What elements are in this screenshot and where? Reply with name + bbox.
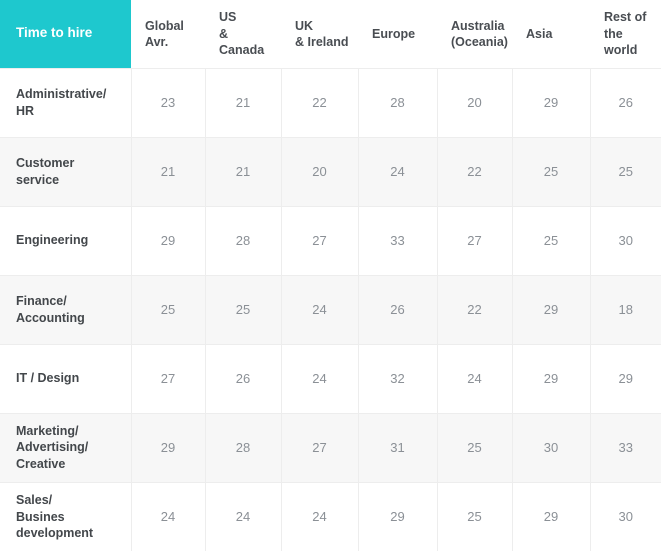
cell-value: 29: [358, 481, 438, 551]
cell-value: 22: [437, 274, 513, 344]
cell-value: 28: [205, 205, 282, 275]
cell-value: 29: [512, 274, 591, 344]
cell-value: 25: [512, 136, 591, 206]
table-row: Sales/ Busines development 24 24 24 29 2…: [0, 481, 661, 551]
column-header-europe: Europe: [358, 0, 437, 68]
cell-value: 24: [358, 136, 438, 206]
column-header-us-canada: US & Canada: [205, 0, 281, 68]
cell-value: 30: [590, 481, 661, 551]
cell-value: 29: [590, 343, 661, 413]
row-label: Marketing/ Advertising/ Creative: [0, 412, 132, 482]
cell-value: 30: [590, 205, 661, 275]
table-row: Finance/ Accounting 25 25 24 26 22 29 18: [0, 274, 661, 344]
cell-value: 21: [131, 136, 206, 206]
cell-value: 33: [590, 412, 661, 482]
column-header-australia-oceania: Australia (Oceania): [437, 0, 512, 68]
cell-value: 29: [512, 67, 591, 137]
row-label: Customer service: [0, 136, 132, 206]
cell-value: 25: [590, 136, 661, 206]
cell-value: 24: [281, 343, 359, 413]
column-header-global-avr: Global Avr.: [131, 0, 205, 68]
cell-value: 30: [512, 412, 591, 482]
cell-value: 18: [590, 274, 661, 344]
cell-value: 22: [281, 67, 359, 137]
row-label: Finance/ Accounting: [0, 274, 132, 344]
cell-value: 24: [131, 481, 206, 551]
table-row: Customer service 21 21 20 24 22 25 25: [0, 136, 661, 206]
cell-value: 20: [281, 136, 359, 206]
cell-value: 28: [358, 67, 438, 137]
table-row: Engineering 29 28 27 33 27 25 30: [0, 205, 661, 275]
table-title-cell: Time to hire: [0, 0, 131, 68]
table-row: Marketing/ Advertising/ Creative 29 28 2…: [0, 412, 661, 482]
cell-value: 27: [281, 205, 359, 275]
cell-value: 25: [437, 481, 513, 551]
cell-value: 29: [512, 343, 591, 413]
header-row: Time to hire Global Avr. US & Canada UK …: [0, 0, 661, 68]
cell-value: 32: [358, 343, 438, 413]
cell-value: 21: [205, 67, 282, 137]
cell-value: 22: [437, 136, 513, 206]
cell-value: 25: [131, 274, 206, 344]
table-row: Administrative/ HR 23 21 22 28 20 29 26: [0, 67, 661, 137]
cell-value: 23: [131, 67, 206, 137]
column-header-asia: Asia: [512, 0, 590, 68]
column-header-rest-of-the-world: Rest of the world: [590, 0, 661, 68]
cell-value: 28: [205, 412, 282, 482]
row-label: IT / Design: [0, 343, 132, 413]
time-to-hire-table-container: Time to hire Global Avr. US & Canada UK …: [0, 0, 661, 552]
cell-value: 27: [131, 343, 206, 413]
row-label: Administrative/ HR: [0, 67, 132, 137]
row-label: Sales/ Busines development: [0, 481, 132, 551]
row-label: Engineering: [0, 205, 132, 275]
cell-value: 26: [205, 343, 282, 413]
cell-value: 26: [358, 274, 438, 344]
cell-value: 24: [281, 481, 359, 551]
table-row: IT / Design 27 26 24 32 24 29 29: [0, 343, 661, 413]
table-header: Time to hire Global Avr. US & Canada UK …: [0, 0, 661, 68]
cell-value: 27: [437, 205, 513, 275]
cell-value: 25: [205, 274, 282, 344]
cell-value: 20: [437, 67, 513, 137]
cell-value: 25: [512, 205, 591, 275]
column-header-uk-ireland: UK & Ireland: [281, 0, 358, 68]
cell-value: 26: [590, 67, 661, 137]
cell-value: 24: [437, 343, 513, 413]
cell-value: 24: [281, 274, 359, 344]
time-to-hire-table: Time to hire Global Avr. US & Canada UK …: [0, 0, 661, 551]
cell-value: 31: [358, 412, 438, 482]
cell-value: 24: [205, 481, 282, 551]
cell-value: 29: [131, 205, 206, 275]
cell-value: 29: [131, 412, 206, 482]
table-body: Administrative/ HR 23 21 22 28 20 29 26 …: [0, 67, 661, 551]
cell-value: 33: [358, 205, 438, 275]
cell-value: 29: [512, 481, 591, 551]
cell-value: 25: [437, 412, 513, 482]
cell-value: 21: [205, 136, 282, 206]
cell-value: 27: [281, 412, 359, 482]
